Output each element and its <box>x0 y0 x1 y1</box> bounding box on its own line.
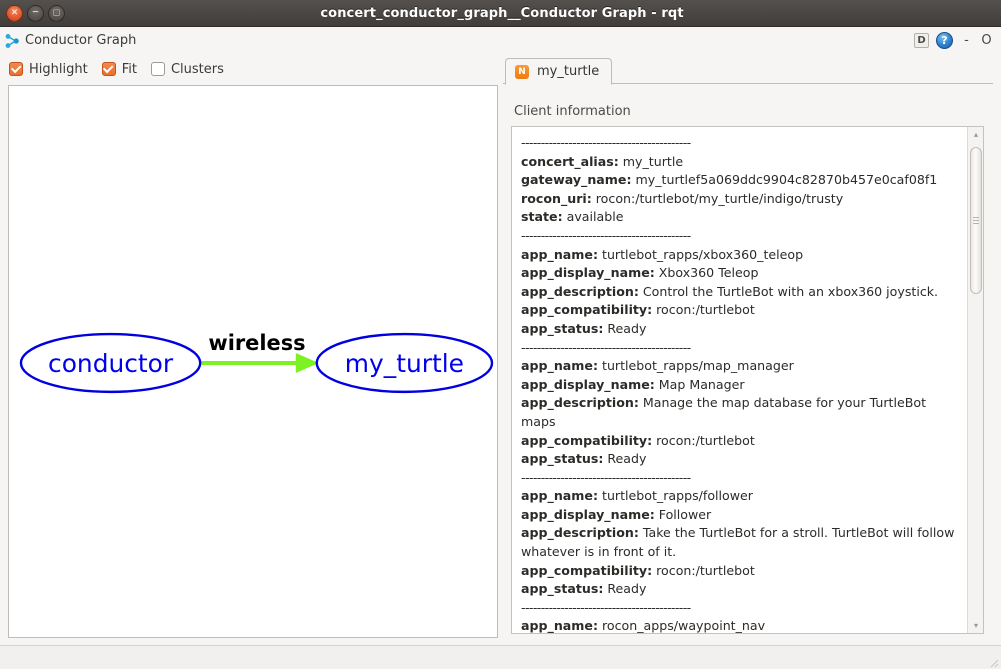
client-information-label: Client information <box>514 104 631 119</box>
info-line: app_description: Manage the map database… <box>521 395 927 429</box>
scroll-down-arrow-icon[interactable]: ▾ <box>968 618 983 633</box>
status-bar <box>0 645 1001 669</box>
node-label: conductor <box>48 349 174 378</box>
checkbox-fit-box[interactable] <box>101 62 116 76</box>
scrollbar-thumb[interactable] <box>970 146 982 295</box>
graph-options-toolbar: Highlight Fit Clusters <box>0 55 498 83</box>
graph-node-my_turtle[interactable]: my_turtle <box>315 332 494 394</box>
window-controls: × − □ <box>0 4 65 22</box>
minimize-icon: − <box>31 7 40 17</box>
plugin-header-bar: Conductor Graph D ? - O <box>0 27 1001 54</box>
info-line: app_display_name: Map Manager <box>521 376 745 392</box>
window-minimize-button[interactable]: − <box>27 4 44 22</box>
window-titlebar: × − □ concert_conductor_graph__Conductor… <box>0 0 1001 27</box>
tab-label: my_turtle <box>537 64 600 79</box>
edge-arrowhead <box>295 353 319 373</box>
info-line: app_status: Ready <box>521 451 647 467</box>
info-line: app_description: Take the TurtleBot for … <box>521 525 955 560</box>
plugin-title-label: Conductor Graph <box>25 33 137 48</box>
info-line: app_status: Ready <box>521 320 647 336</box>
window-title: concert_conductor_graph__Conductor Graph… <box>320 5 684 21</box>
info-line: app_name: turtlebot_rapps/map_manager <box>521 358 794 374</box>
plugin-minimize-button[interactable]: - <box>960 33 973 48</box>
info-line: rocon_uri: rocon:/turtlebot/my_turtle/in… <box>521 190 844 206</box>
tab-my-turtle[interactable]: N my_turtle <box>505 58 613 85</box>
checkbox-highlight-box[interactable] <box>9 62 23 76</box>
info-line: app_name: turtlebot_rapps/xbox360_teleop <box>521 246 804 262</box>
conductor-graph-canvas[interactable]: wireless conductor my_turtle <box>8 85 498 638</box>
resize-grip-icon[interactable] <box>987 656 999 668</box>
graph-node-conductor[interactable]: conductor <box>19 332 202 394</box>
info-line: concert_alias: my_turtle <box>521 153 684 169</box>
node-label: my_turtle <box>345 349 464 378</box>
info-line: app_name: rocon_apps/waypoint_nav <box>521 618 766 633</box>
vertical-scrollbar[interactable]: ▴ ▾ <box>967 127 983 633</box>
scrollbar-grip-icon <box>973 216 979 225</box>
info-line: app_display_name: Xbox360 Teleop <box>521 265 759 281</box>
scrollbar-track[interactable] <box>970 142 982 618</box>
help-icon[interactable]: ? <box>936 32 953 49</box>
maximize-icon: □ <box>52 7 61 17</box>
checkbox-highlight-label: Highlight <box>29 61 88 77</box>
conductor-graph-icon <box>4 33 20 49</box>
client-info-panel: N my_turtle Client information ---------… <box>503 58 993 638</box>
window-close-button[interactable]: × <box>6 4 23 22</box>
window-maximize-button[interactable]: □ <box>48 4 65 22</box>
checkbox-fit[interactable]: Fit <box>101 61 137 77</box>
info-line: app_status: Ready <box>521 581 647 597</box>
edge-label: wireless <box>208 331 305 355</box>
plugin-close-button[interactable]: O <box>980 33 993 48</box>
node-badge-icon: N <box>515 64 529 79</box>
info-separator: ----------------------------------------… <box>521 227 691 243</box>
close-icon: × <box>10 7 19 17</box>
client-information-text: ----------------------------------------… <box>512 127 967 633</box>
info-line: app_description: Control the TurtleBot w… <box>521 283 939 299</box>
info-separator: ----------------------------------------… <box>521 339 691 355</box>
info-line: app_name: turtlebot_rapps/follower <box>521 488 753 504</box>
checkbox-fit-label: Fit <box>121 61 137 77</box>
info-line: state: available <box>521 209 624 225</box>
info-line: app_compatibility: rocon:/turtlebot <box>521 562 755 578</box>
info-separator: ----------------------------------------… <box>521 135 691 150</box>
dock-button[interactable]: D <box>914 33 929 48</box>
info-separator: ----------------------------------------… <box>521 599 691 615</box>
checkbox-clusters-label: Clusters <box>170 61 224 77</box>
plugin-tool-buttons: D ? - O <box>914 32 1001 49</box>
graph-svg[interactable]: wireless conductor my_turtle <box>9 86 497 637</box>
checkbox-clusters-box[interactable] <box>150 62 165 76</box>
info-line: app_compatibility: rocon:/turtlebot <box>521 302 755 318</box>
checkbox-clusters[interactable]: Clusters <box>150 61 224 77</box>
scroll-up-arrow-icon[interactable]: ▴ <box>968 127 983 142</box>
graph-edge-conductor-my_turtle[interactable]: wireless <box>201 331 319 373</box>
info-line: gateway_name: my_turtlef5a069ddc9904c828… <box>521 172 938 188</box>
info-separator: ----------------------------------------… <box>521 469 691 485</box>
info-line: app_compatibility: rocon:/turtlebot <box>521 432 755 448</box>
client-information-textbox[interactable]: ----------------------------------------… <box>511 126 984 634</box>
checkbox-highlight[interactable]: Highlight <box>9 62 88 77</box>
info-line: app_display_name: Follower <box>521 506 712 522</box>
plugin-title-group: Conductor Graph <box>0 33 136 49</box>
